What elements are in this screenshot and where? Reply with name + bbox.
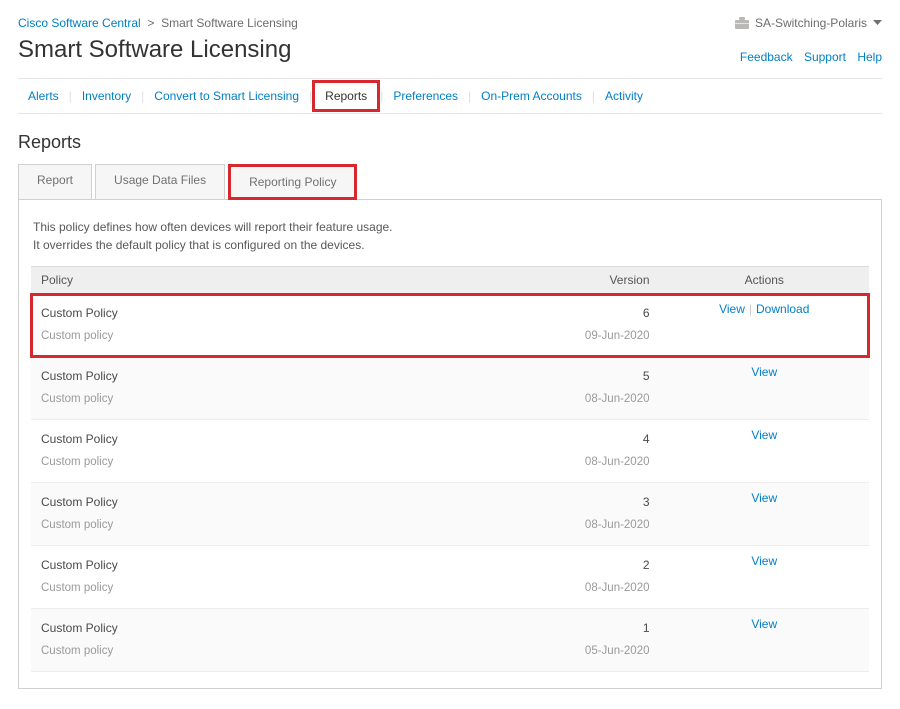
policy-date: 08-Jun-2020 [460, 519, 650, 531]
policy-date: 08-Jun-2020 [460, 456, 650, 468]
action-view-link[interactable]: View [751, 491, 777, 505]
page-title: Smart Software Licensing [18, 36, 291, 64]
help-link[interactable]: Help [857, 50, 882, 64]
col-actions[interactable]: Actions [660, 267, 870, 294]
table-row: Custom Policy Custom policy 5 08-Jun-2020 Vi… [31, 357, 869, 420]
subtab-usage-data-files[interactable]: Usage Data Files [95, 164, 225, 200]
breadcrumb-current: Smart Software Licensing [161, 16, 298, 30]
nav-tab-alerts[interactable]: Alerts [18, 83, 69, 109]
policy-name: Custom Policy [41, 558, 440, 572]
table-row: Custom Policy Custom policy 4 08-Jun-2020 Vi… [31, 420, 869, 483]
action-view-link[interactable]: View [719, 302, 745, 316]
policy-version: 5 [460, 369, 650, 383]
feedback-link[interactable]: Feedback [740, 50, 793, 64]
nav-tab-inventory[interactable]: Inventory [72, 83, 141, 109]
col-version[interactable]: Version [450, 267, 660, 294]
nav-tab-preferences[interactable]: Preferences [383, 83, 468, 109]
policy-sub: Custom policy [41, 456, 440, 468]
nav-tab-on-prem-accounts[interactable]: On-Prem Accounts [471, 83, 592, 109]
action-view-link[interactable]: View [751, 365, 777, 379]
account-name: SA-Switching-Polaris [755, 16, 867, 30]
policy-table: Policy Version Actions Custom PolicyCust… [31, 266, 869, 672]
chevron-down-icon [873, 20, 882, 26]
policy-version: 2 [460, 558, 650, 572]
policy-sub: Custom policy [41, 330, 440, 342]
col-policy[interactable]: Policy [31, 267, 450, 294]
table-row: Custom Policy Custom policy 2 08-Jun-2020 Vi… [31, 546, 869, 609]
policy-name: Custom Policy [41, 432, 440, 446]
policy-date: 08-Jun-2020 [460, 393, 650, 405]
help-links: Feedback Support Help [732, 50, 882, 64]
policy-description: This policy defines how often devices wi… [33, 218, 867, 254]
main-nav: Alerts | Inventory | Convert to Smart Li… [18, 78, 882, 114]
subtab-report[interactable]: Report [18, 164, 92, 200]
sub-tabs: ReportUsage Data FilesReporting Policy [18, 164, 882, 200]
breadcrumb: Cisco Software Central > Smart Software … [18, 16, 298, 30]
policy-version: 4 [460, 432, 650, 446]
account-switcher[interactable]: SA-Switching-Polaris [735, 16, 882, 30]
table-row: Custom Policy Custom policy 1 05-Jun-2020 Vi… [31, 609, 869, 672]
policy-version: 6 [460, 306, 650, 320]
table-row: Custom Policy Custom policy 6 09-Jun-2020 Vi… [31, 294, 869, 357]
policy-sub: Custom policy [41, 582, 440, 594]
policy-sub: Custom policy [41, 393, 440, 405]
section-title: Reports [18, 132, 882, 153]
support-link[interactable]: Support [804, 50, 846, 64]
policy-date: 05-Jun-2020 [460, 645, 650, 657]
table-row: Custom Policy Custom policy 3 08-Jun-2020 Vi… [31, 483, 869, 546]
reporting-policy-panel: This policy defines how often devices wi… [18, 199, 882, 689]
action-view-link[interactable]: View [751, 428, 777, 442]
policy-date: 09-Jun-2020 [460, 330, 650, 342]
policy-version: 1 [460, 621, 650, 635]
nav-tab-reports[interactable]: Reports [312, 80, 380, 112]
policy-version: 3 [460, 495, 650, 509]
policy-name: Custom Policy [41, 369, 440, 383]
subtab-reporting-policy[interactable]: Reporting Policy [228, 164, 357, 200]
briefcase-icon [735, 17, 749, 29]
policy-sub: Custom policy [41, 645, 440, 657]
policy-name: Custom Policy [41, 306, 440, 320]
policy-name: Custom Policy [41, 621, 440, 635]
action-view-link[interactable]: View [751, 554, 777, 568]
breadcrumb-root-link[interactable]: Cisco Software Central [18, 16, 141, 30]
nav-tab-activity[interactable]: Activity [595, 83, 653, 109]
action-view-link[interactable]: View [751, 617, 777, 631]
policy-date: 08-Jun-2020 [460, 582, 650, 594]
action-download-link[interactable]: Download [756, 302, 809, 316]
policy-sub: Custom policy [41, 519, 440, 531]
policy-name: Custom Policy [41, 495, 440, 509]
nav-tab-convert-to-smart-licensing[interactable]: Convert to Smart Licensing [144, 83, 309, 109]
